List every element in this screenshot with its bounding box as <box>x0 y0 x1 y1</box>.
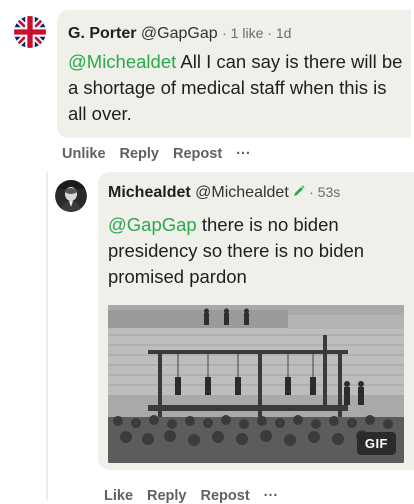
reply-timestamp: 53s <box>317 184 341 200</box>
reply-mention-link[interactable]: @GapGap <box>108 214 197 235</box>
uk-flag-icon <box>14 16 46 48</box>
reply-button[interactable]: Reply <box>120 146 160 162</box>
more-icon[interactable]: ··· <box>236 146 251 162</box>
user-photo-icon <box>55 180 87 212</box>
like-button[interactable]: Like <box>104 488 133 504</box>
repost-button[interactable]: Repost <box>173 146 222 162</box>
pen-icon <box>293 184 309 200</box>
gif-badge: GIF <box>356 432 396 455</box>
reply-actions: Like Reply Repost ··· <box>104 488 292 504</box>
avatar-uk-flag[interactable] <box>14 16 46 48</box>
unlike-button[interactable]: Unlike <box>62 146 106 162</box>
comment-like-count[interactable]: 1 like <box>231 25 264 41</box>
comment-text: @Michealdet All I can say is there will … <box>68 49 408 127</box>
avatar[interactable] <box>55 180 87 212</box>
reply-header: Michealdet @Michealdet · 53s <box>108 184 341 201</box>
gif-image[interactable]: GIF <box>108 305 404 463</box>
comment-header: G. Porter @GapGap · 1 like · 1d <box>68 25 292 42</box>
more-icon[interactable]: ··· <box>264 488 279 504</box>
comment-author[interactable]: G. Porter <box>68 25 136 42</box>
reply-handle[interactable]: @Michealdet <box>195 184 289 201</box>
reply-author[interactable]: Michealdet <box>108 184 191 201</box>
repost-button[interactable]: Repost <box>201 488 250 504</box>
thread-line <box>46 172 48 500</box>
comment-mention-link[interactable]: @Michealdet <box>68 51 176 72</box>
comment-timestamp: 1d <box>275 25 292 41</box>
comment-actions: Unlike Reply Repost ··· <box>62 146 265 162</box>
comment-handle[interactable]: @GapGap <box>141 25 218 42</box>
reply-button[interactable]: Reply <box>147 488 187 504</box>
reply-text: @GapGap there is no biden presidency so … <box>108 212 408 290</box>
